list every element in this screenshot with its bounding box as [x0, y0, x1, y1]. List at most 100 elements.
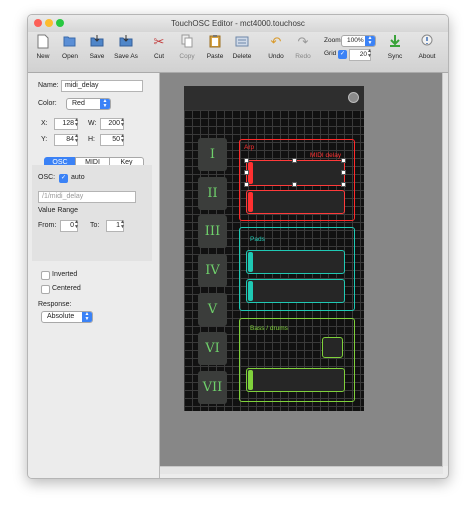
arp-fader-fill — [248, 192, 253, 212]
sync-button[interactable]: Sync — [380, 34, 410, 60]
zoom-chevron-icon: ▲ ▼ — [365, 36, 375, 46]
close-window-button[interactable] — [34, 19, 42, 27]
pads-fader-2[interactable] — [246, 279, 345, 303]
resize-handle-bl[interactable] — [244, 182, 249, 187]
save-as-button[interactable]: Save As — [111, 34, 141, 60]
grid-label: Grid — [324, 50, 337, 57]
bass-drums-group-label: Bass / drums — [250, 325, 288, 332]
open-label: Open — [62, 53, 78, 60]
redo-button[interactable]: ↷ Redo — [288, 34, 318, 60]
save-as-label: Save As — [114, 53, 138, 60]
new-icon — [28, 34, 58, 50]
undo-button[interactable]: ↶ Undo — [261, 34, 291, 60]
pads-fader-2-fill — [248, 281, 253, 301]
to-stepper[interactable]: ▲ ▼ — [120, 220, 125, 230]
bass-fader[interactable] — [246, 368, 345, 392]
grid-size-stepper[interactable]: ▲ ▼ — [367, 49, 372, 59]
vertical-scrollbar[interactable] — [442, 73, 448, 466]
midi-delay-label: MIDI delay — [310, 152, 342, 159]
response-label: Response: — [38, 301, 72, 308]
delete-label: Delete — [232, 53, 252, 60]
x-stepper[interactable]: ▲ ▼ — [74, 118, 79, 128]
centered-label: Centered — [52, 285, 81, 292]
open-button[interactable]: Open — [55, 34, 85, 60]
about-icon — [412, 34, 442, 50]
about-label: About — [418, 53, 436, 60]
title-bar: TouchOSC Editor - mct4000.touchosc — [28, 15, 448, 32]
osc-label: OSC: — [38, 174, 56, 181]
page-button-3[interactable]: III — [198, 215, 227, 248]
arp-group-label: Arp — [244, 144, 255, 151]
page-button-7[interactable]: VII — [198, 371, 227, 404]
grid-checkbox[interactable]: ✓ — [338, 50, 347, 59]
redo-icon: ↷ — [297, 34, 309, 49]
osc-address-field[interactable]: /1/midi_delay — [38, 191, 136, 203]
sync-label: Sync — [387, 53, 403, 60]
color-select[interactable]: Red ▲ ▼ — [66, 98, 111, 110]
page-button-4[interactable]: IV — [198, 254, 227, 287]
response-select[interactable]: Absolute ▲ ▼ — [41, 311, 93, 323]
h-label: H: — [88, 136, 95, 143]
save-as-icon — [111, 34, 141, 50]
minimize-window-button[interactable] — [45, 19, 53, 27]
undo-label: Undo — [268, 53, 284, 60]
zoom-window-button[interactable] — [56, 19, 64, 27]
auto-checkbox[interactable]: ✓ — [59, 174, 68, 183]
w-label: W: — [88, 120, 97, 127]
resize-handle-r[interactable] — [341, 170, 346, 175]
y-label: Y: — [41, 136, 48, 143]
paste-button[interactable]: Paste — [200, 34, 230, 60]
w-stepper[interactable]: ▲ ▼ — [120, 118, 125, 128]
response-chevron-icon: ▲ ▼ — [82, 312, 92, 322]
inverted-checkbox[interactable] — [41, 271, 50, 280]
page-button-1[interactable]: I — [198, 138, 227, 171]
page-button-2[interactable]: II — [198, 177, 227, 210]
auto-label: auto — [71, 174, 85, 181]
resize-handle-tr[interactable] — [341, 158, 346, 163]
h-stepper[interactable]: ▲ ▼ — [120, 134, 125, 144]
centered-checkbox[interactable] — [41, 285, 50, 294]
window-title: TouchOSC Editor - mct4000.touchosc — [171, 19, 305, 28]
resize-handle-tl[interactable] — [244, 158, 249, 163]
copy-label: Copy — [179, 53, 195, 60]
device-preview: I II III IV V VI VII Arp MIDI delay Pads… — [184, 86, 364, 411]
value-range-label: Value Range — [38, 207, 78, 214]
name-field[interactable]: midi_delay — [61, 80, 143, 92]
response-value: Absolute — [47, 313, 75, 320]
save-icon — [82, 34, 112, 50]
paste-label: Paste — [206, 53, 224, 60]
resize-handle-br[interactable] — [341, 182, 346, 187]
device-toggle-icon[interactable] — [348, 92, 359, 103]
bass-push-button[interactable] — [322, 337, 343, 358]
resize-handle-t[interactable] — [292, 158, 297, 163]
color-chevron-icon: ▲ ▼ — [100, 99, 110, 109]
bass-fader-fill — [248, 370, 253, 390]
new-label: New — [36, 53, 50, 60]
page-button-6[interactable]: VI — [198, 332, 227, 365]
redo-label: Redo — [295, 53, 311, 60]
delete-button[interactable]: Delete — [227, 34, 257, 60]
page-button-5[interactable]: V — [198, 293, 227, 326]
zoom-select[interactable]: 100% ▲ ▼ — [341, 35, 376, 47]
color-value: Red — [72, 100, 85, 107]
properties-panel: Name: midi_delay Color: Red ▲ ▼ X: 128 ▲ ▼… — [28, 73, 160, 478]
from-stepper[interactable]: ▲ ▼ — [74, 220, 79, 230]
undo-icon: ↶ — [270, 34, 282, 49]
save-label: Save — [89, 53, 105, 60]
resize-handle-b[interactable] — [292, 182, 297, 187]
copy-button[interactable]: Copy — [172, 34, 202, 60]
osc-tab-panel: OSC: ✓ auto /1/midi_delay Value Range Fr… — [32, 165, 152, 261]
save-button[interactable]: Save — [82, 34, 112, 60]
horizontal-scrollbar[interactable] — [160, 466, 443, 474]
resize-handle-l[interactable] — [244, 170, 249, 175]
to-label: To: — [90, 222, 100, 229]
inverted-label: Inverted — [52, 271, 78, 278]
new-button[interactable]: New — [28, 34, 58, 60]
about-button[interactable]: About — [412, 34, 442, 60]
zoom-label: Zoom — [324, 37, 341, 44]
cut-button[interactable]: ✂ Cut — [144, 34, 174, 60]
arp-fader[interactable] — [246, 190, 345, 214]
pads-fader-1[interactable] — [246, 250, 345, 274]
y-stepper[interactable]: ▲ ▼ — [74, 134, 79, 144]
device-header — [184, 86, 364, 110]
